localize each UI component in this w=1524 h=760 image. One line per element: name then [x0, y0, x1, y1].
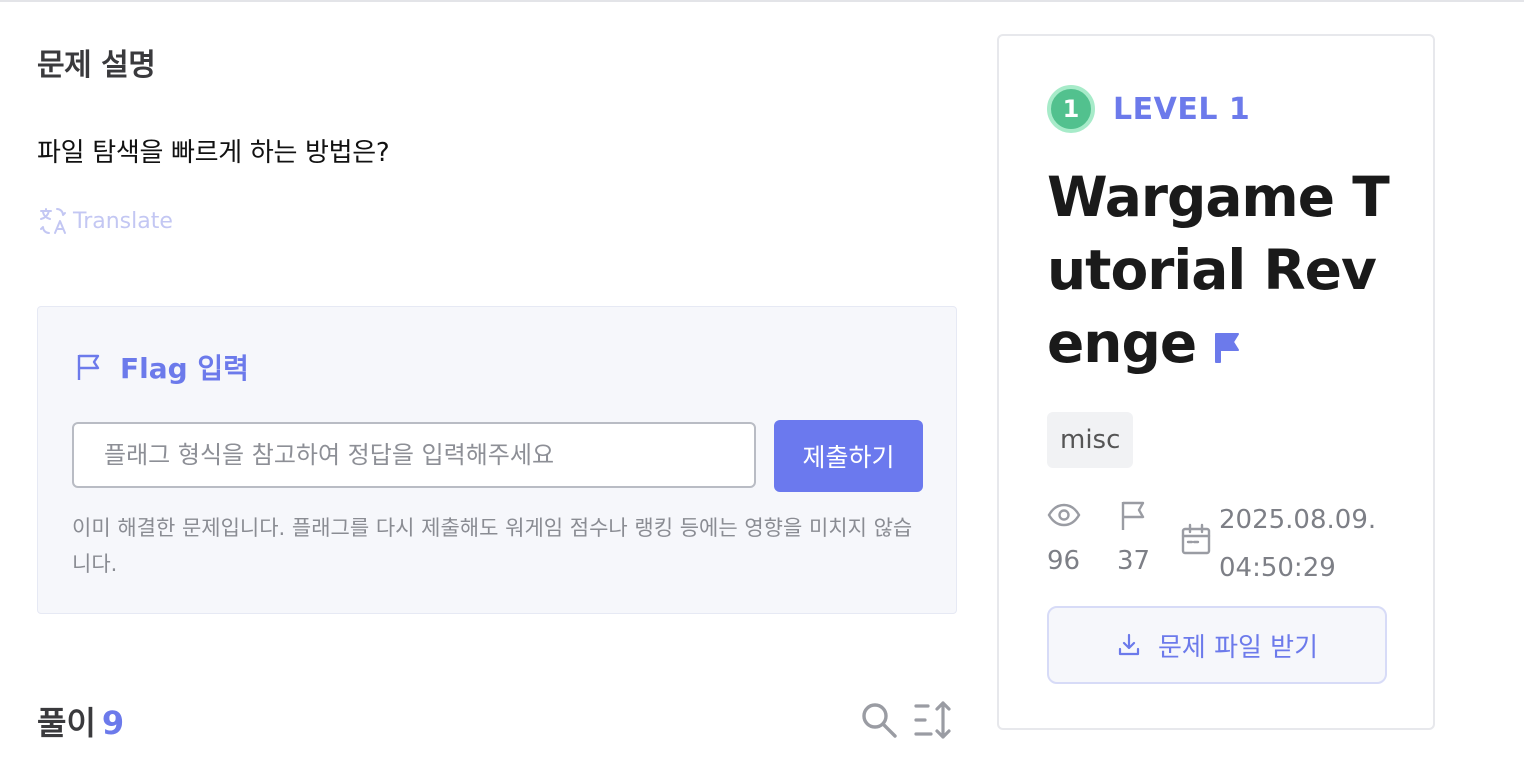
translate-label: Translate — [73, 208, 173, 234]
views-stat: 96 — [1047, 498, 1081, 576]
level-label: LEVEL 1 — [1113, 91, 1251, 127]
translate-icon — [40, 208, 66, 234]
date-value: 2025.08.09. — [1219, 505, 1377, 535]
solutions-tools — [859, 700, 953, 740]
date-stat: 2025.08.09. 04:50:29 — [1179, 496, 1376, 592]
eye-icon — [1047, 503, 1081, 527]
download-label: 문제 파일 받기 — [1157, 632, 1319, 663]
category-tag[interactable]: misc — [1047, 412, 1134, 468]
challenge-info-card: 1 LEVEL 1 Wargame Tutorial Revenge misc … — [997, 34, 1435, 730]
flag-input[interactable] — [72, 422, 756, 488]
level-badge: 1 — [1047, 85, 1095, 133]
submit-button[interactable]: 제출하기 — [774, 420, 923, 492]
challenge-title: Wargame Tutorial Revenge — [1047, 161, 1407, 380]
section-title: 문제 설명 — [37, 48, 156, 83]
flag-panel-title: Flag 입력 — [74, 347, 249, 387]
solves-count: 37 — [1117, 546, 1151, 576]
sort-icon[interactable] — [913, 700, 953, 740]
search-icon[interactable] — [859, 700, 899, 740]
problem-question: 파일 탐색을 빠르게 하는 방법은? — [37, 138, 390, 168]
flag-outline-icon — [77, 354, 100, 380]
download-icon — [1118, 633, 1140, 656]
flag-submit-panel: Flag 입력 제출하기 이미 해결한 문제입니다. 플래그를 다시 제출해도 … — [37, 306, 957, 614]
solutions-heading: 풀이 9 — [37, 698, 124, 744]
problem-main: 문제 설명 파일 탐색을 빠르게 하는 방법은? Translate Flag … — [37, 0, 957, 760]
flag-filled-icon — [1215, 332, 1240, 363]
solves-stat: 37 — [1117, 498, 1151, 576]
translate-button[interactable]: Translate — [37, 205, 173, 237]
calendar-icon — [1181, 523, 1211, 555]
level-row: 1 LEVEL 1 — [1047, 85, 1250, 133]
flag-outline-icon — [1121, 501, 1145, 530]
solved-note: 이미 해결한 문제입니다. 플래그를 다시 제출해도 워게임 점수나 랭킹 등에… — [72, 516, 913, 576]
date-text: 2025.08.09. 04:50:29 — [1219, 496, 1376, 592]
time-value: 04:50:29 — [1219, 553, 1336, 583]
solutions-count: 9 — [101, 704, 125, 742]
views-count: 96 — [1047, 546, 1081, 576]
download-file-button[interactable]: 문제 파일 받기 — [1047, 606, 1387, 684]
flag-panel-title-text: Flag 입력 — [120, 352, 249, 385]
solutions-label: 풀이 — [37, 704, 96, 742]
